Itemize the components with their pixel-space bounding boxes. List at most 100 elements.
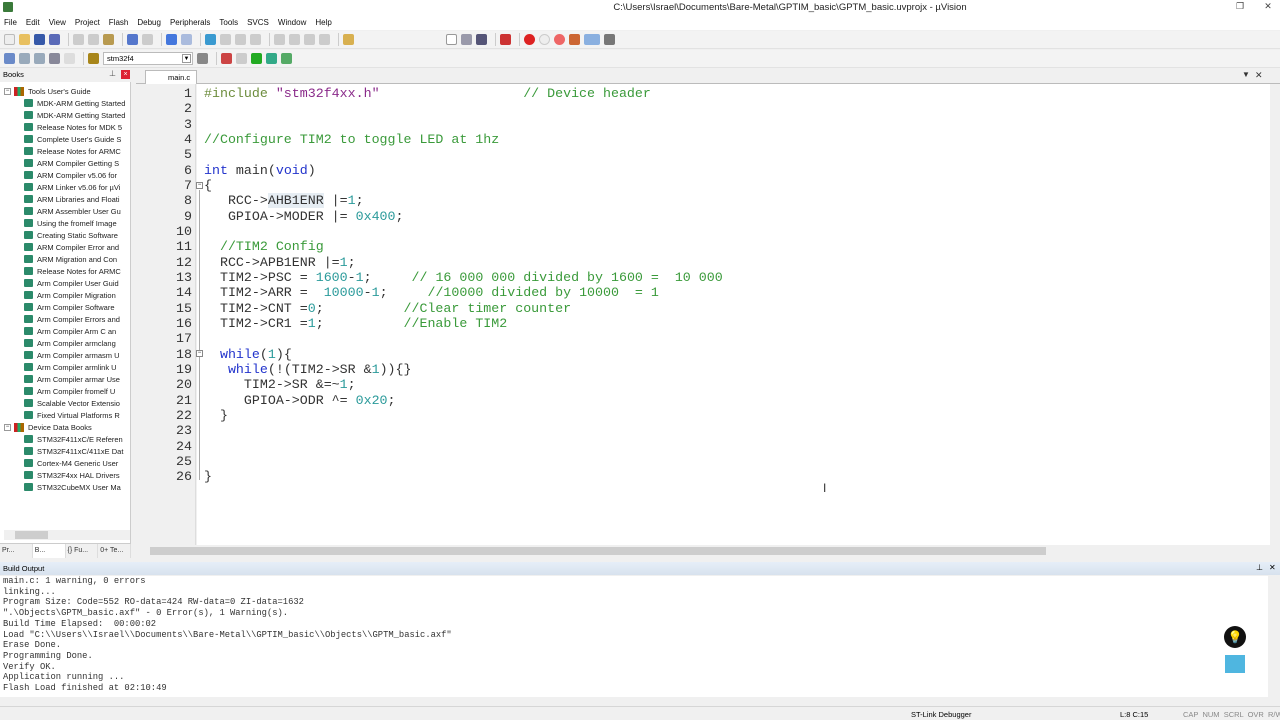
find-dropdown[interactable] [446,34,457,45]
code-line[interactable]: while(1){ [204,347,723,362]
copy-icon[interactable] [88,34,99,45]
tree-item[interactable]: Arm Compiler Migration [4,289,130,301]
window-layout-icon[interactable] [584,34,600,45]
uncomment-icon[interactable] [319,34,330,45]
menu-peripherals[interactable]: Peripherals [170,18,210,27]
tree-item[interactable]: Fixed Virtual Platforms R [4,409,130,421]
run-time-environment-icon[interactable] [266,53,277,64]
navigate-forward-icon[interactable] [181,34,192,45]
tree-item[interactable]: Arm Compiler armclang [4,337,130,349]
redo-icon[interactable] [142,34,153,45]
tree-item[interactable]: STM32F4xx HAL Drivers [4,469,130,481]
debug-session-icon[interactable] [500,34,511,45]
select-packs-icon[interactable] [236,53,247,64]
output-horizontal-scrollbar[interactable] [0,697,1268,706]
code-line[interactable]: } [204,469,723,484]
code-line[interactable] [204,117,723,132]
code-line[interactable]: RCC->APB1ENR |=1; [204,255,723,270]
tab-project[interactable]: Pr... [0,544,33,558]
scrollbar-thumb[interactable] [15,531,48,539]
tree-item[interactable]: STM32F411xC/E Referen [4,433,130,445]
tree-item[interactable]: Release Notes for ARMC [4,265,130,277]
code-line[interactable]: TIM2->PSC = 1600-1; // 16 000 000 divide… [204,270,723,285]
close-button[interactable]: ✕ [1262,1,1274,12]
batch-build-icon[interactable] [49,53,60,64]
code-line[interactable] [204,101,723,116]
tree-item[interactable]: ARM Compiler Error and [4,241,130,253]
tree-item[interactable]: Release Notes for ARMC [4,145,130,157]
menu-svcs[interactable]: SVCS [247,18,269,27]
tree-item[interactable]: Arm Compiler User Guid [4,277,130,289]
code-line[interactable]: TIM2->ARR = 10000-1; //10000 divided by … [204,285,723,300]
pin-icon[interactable]: ⊥ [1256,563,1263,572]
kill-breakpoints-icon[interactable] [554,34,565,45]
code-line[interactable]: RCC->AHB1ENR |=1; [204,193,723,209]
find-icon[interactable] [461,34,472,45]
code-line[interactable]: { [204,178,723,193]
navigate-back-icon[interactable] [166,34,177,45]
tab-main-c[interactable]: main.c [145,70,197,84]
kill-all-breakpoints-icon[interactable] [569,34,580,45]
menu-tools[interactable]: Tools [219,18,238,27]
translate-icon[interactable] [4,53,15,64]
incremental-find-icon[interactable] [476,34,487,45]
tree-group[interactable]: − Tools User's Guide [4,85,130,97]
code-line[interactable] [204,439,723,454]
configure-icon[interactable] [604,34,615,45]
manage-components-icon[interactable] [221,53,232,64]
tab-list-icon[interactable]: ▼ [1242,70,1250,79]
menu-view[interactable]: View [49,18,66,27]
clear-bookmarks-icon[interactable] [250,34,261,45]
new-file-icon[interactable] [4,34,15,45]
tree-group[interactable]: − Device Data Books [4,421,130,433]
code-line[interactable]: TIM2->SR &=~1; [204,377,723,392]
code-text[interactable]: #include "stm32f4xx.h" // Device header /… [204,86,723,485]
code-line[interactable]: //TIM2 Config [204,239,723,254]
save-all-icon[interactable] [49,34,60,45]
tab-books[interactable]: B... [32,544,66,558]
code-line[interactable]: #include "stm32f4xx.h" // Device header [204,86,723,101]
code-line[interactable]: //Configure TIM2 to toggle LED at 1hz [204,132,723,147]
restore-button[interactable]: ❐ [1234,1,1246,12]
tab-templates[interactable]: 0+ Te... [98,544,131,558]
tree-item[interactable]: MDK-ARM Getting Started [4,109,130,121]
tree-item[interactable]: ARM Compiler v5.06 for [4,169,130,181]
code-line[interactable] [204,423,723,438]
close-panel-button[interactable]: × [121,70,130,79]
menu-file[interactable]: File [4,18,17,27]
tree-item[interactable]: Arm Compiler armlink U [4,361,130,373]
tree-item[interactable]: Arm Compiler Arm C an [4,325,130,337]
stop-build-icon[interactable] [64,53,75,64]
code-line[interactable]: int main(void) [204,163,723,178]
tree-item[interactable]: ARM Linker v5.06 for µVi [4,181,130,193]
target-select[interactable]: stm32f4 ▼ [103,52,193,65]
close-tab-icon[interactable]: ✕ [1255,70,1263,81]
tree-item[interactable]: STM32CubeMX User Ma [4,481,130,493]
tree-item[interactable]: ARM Libraries and Floati [4,193,130,205]
collapse-icon[interactable]: − [4,423,11,431]
disable-breakpoint-icon[interactable] [539,34,550,45]
tree-item[interactable]: Using the fromelf Image [4,217,130,229]
open-icon[interactable] [19,34,30,45]
tree-item[interactable]: Complete User's Guide S [4,133,130,145]
indent-icon[interactable] [274,34,285,45]
unindent-icon[interactable] [289,34,300,45]
tree-item[interactable]: Arm Compiler Software [4,301,130,313]
tree-item[interactable]: STM32F411xC/411xE Dat [4,445,130,457]
code-line[interactable]: while(!(TIM2->SR &1)){} [204,362,723,377]
pin-icon[interactable]: ⊥ [109,69,116,78]
tree-item[interactable]: MDK-ARM Getting Started [4,97,130,109]
menu-help[interactable]: Help [315,18,331,27]
paste-icon[interactable] [103,34,114,45]
menu-edit[interactable]: Edit [26,18,40,27]
tree-item[interactable]: Arm Compiler fromelf U [4,385,130,397]
code-line[interactable]: TIM2->CR1 =1; //Enable TIM2 [204,316,723,331]
breakpoint-icon[interactable] [524,34,535,45]
code-line[interactable]: GPIOA->MODER |= 0x400; [204,209,723,224]
code-line[interactable] [204,454,723,469]
tree-item[interactable]: Release Notes for MDK 5 [4,121,130,133]
code-line[interactable]: } [204,408,723,423]
tree-item[interactable]: ARM Migration and Con [4,253,130,265]
tree-item[interactable]: Cortex-M4 Generic User [4,457,130,469]
bookmark-icon[interactable] [205,34,216,45]
